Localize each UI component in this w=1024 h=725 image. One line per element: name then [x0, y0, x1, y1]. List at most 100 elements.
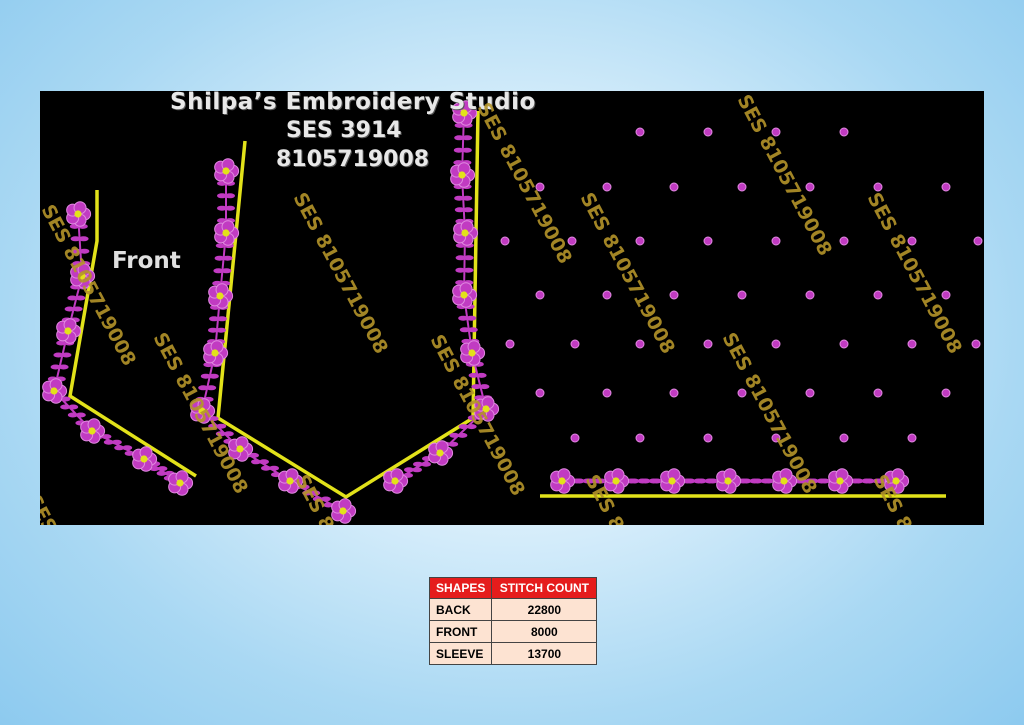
butta-dot: [635, 339, 645, 349]
shape-cell: BACK: [428, 598, 493, 621]
leaf: [222, 255, 233, 261]
butta-dot: [839, 127, 849, 137]
leaf: [217, 316, 227, 322]
butta-dot: [602, 388, 612, 398]
leaf: [479, 384, 490, 390]
butta-dot: [635, 236, 645, 246]
butta-dot: [873, 388, 883, 398]
leaf: [61, 352, 72, 358]
leaf: [462, 135, 473, 141]
leaf: [463, 255, 474, 261]
count-cell: 22800: [491, 598, 598, 621]
butta-dot: [805, 290, 815, 300]
leaf: [68, 404, 79, 410]
count-cell: 13700: [491, 642, 598, 665]
butta-dot: [669, 182, 679, 192]
leaf: [462, 195, 473, 201]
butta-dot: [505, 339, 515, 349]
flower-motif: [450, 162, 476, 188]
butta-dot: [771, 339, 781, 349]
table-row: SLEEVE 13700: [428, 642, 598, 665]
front-label: Front: [112, 248, 181, 274]
column-header: STITCH COUNT: [491, 577, 598, 599]
flower-motif: [214, 158, 240, 184]
butta-dot: [941, 388, 951, 398]
butta-dot: [805, 182, 815, 192]
butta-dot: [737, 290, 747, 300]
butta-dot: [737, 182, 747, 192]
leaf: [206, 385, 217, 391]
leaf: [462, 207, 473, 213]
butta-dot: [941, 182, 951, 192]
leaf: [467, 327, 478, 333]
butta-dot: [570, 433, 580, 443]
flower-motif: [452, 282, 478, 308]
butta-dot: [703, 127, 713, 137]
leaf: [216, 327, 226, 333]
butta-dot: [703, 433, 713, 443]
count-cell: 8000: [491, 620, 598, 643]
flower-motif: [80, 418, 106, 444]
leaf: [476, 372, 487, 378]
butta-dot: [873, 290, 883, 300]
flower-motif: [716, 468, 742, 494]
butta-dot: [973, 236, 983, 246]
leaf: [157, 466, 168, 472]
leaf: [208, 373, 219, 379]
flower-motif: [453, 220, 479, 246]
butta-dot: [703, 339, 713, 349]
butta-dot: [839, 433, 849, 443]
butta-dot: [602, 182, 612, 192]
butta-dot: [570, 339, 580, 349]
butta-dot: [971, 339, 981, 349]
table-row: FRONT 8000: [428, 620, 598, 643]
leaf: [457, 432, 468, 438]
shape-cell: FRONT: [428, 620, 493, 643]
flower-motif: [460, 340, 486, 366]
butta-dot: [805, 388, 815, 398]
leaf: [75, 412, 86, 418]
butta-dot: [535, 388, 545, 398]
embroidery-design-canvas: Shilpa’s Embroidery Studio SES 3914 8105…: [40, 91, 984, 525]
butta-dot: [907, 339, 917, 349]
leaf: [421, 461, 431, 467]
leaf: [225, 193, 235, 199]
flower-motif: [828, 468, 854, 494]
table-row: BACK 22800: [428, 598, 598, 621]
leaf: [72, 306, 83, 312]
flower-motif: [550, 468, 576, 494]
leaf: [58, 364, 69, 370]
butta-dot: [635, 127, 645, 137]
butta-dot: [500, 236, 510, 246]
butta-dot: [703, 236, 713, 246]
leaf: [259, 459, 269, 465]
butta-dot: [602, 290, 612, 300]
butta-dot: [535, 290, 545, 300]
flower-motif: [383, 468, 409, 494]
phone-number: 8105719008: [276, 147, 430, 172]
shape-cell: SLEEVE: [428, 642, 493, 665]
stitch-count-table: SHAPES STITCH COUNT BACK 22800 FRONT 800…: [428, 577, 598, 665]
leaf: [463, 267, 474, 273]
leaf: [223, 431, 234, 437]
flower-motif: [168, 470, 194, 496]
leaf: [225, 205, 235, 211]
flower-motif: [56, 318, 82, 344]
table-header-row: SHAPES STITCH COUNT: [428, 577, 598, 599]
butta-dot: [907, 433, 917, 443]
leaf: [269, 465, 279, 471]
leaf: [78, 236, 89, 242]
flower-motif: [660, 468, 686, 494]
leaf: [412, 467, 422, 473]
column-header: SHAPES: [428, 577, 493, 599]
leaf: [122, 445, 133, 451]
butta-dot: [635, 433, 645, 443]
leaf: [448, 441, 459, 447]
butta-dot: [839, 236, 849, 246]
butta-dot: [669, 290, 679, 300]
leaf: [461, 147, 472, 153]
leaf: [111, 439, 122, 445]
flower-motif: [66, 201, 92, 227]
butta-dot: [771, 236, 781, 246]
leaf: [466, 315, 477, 321]
